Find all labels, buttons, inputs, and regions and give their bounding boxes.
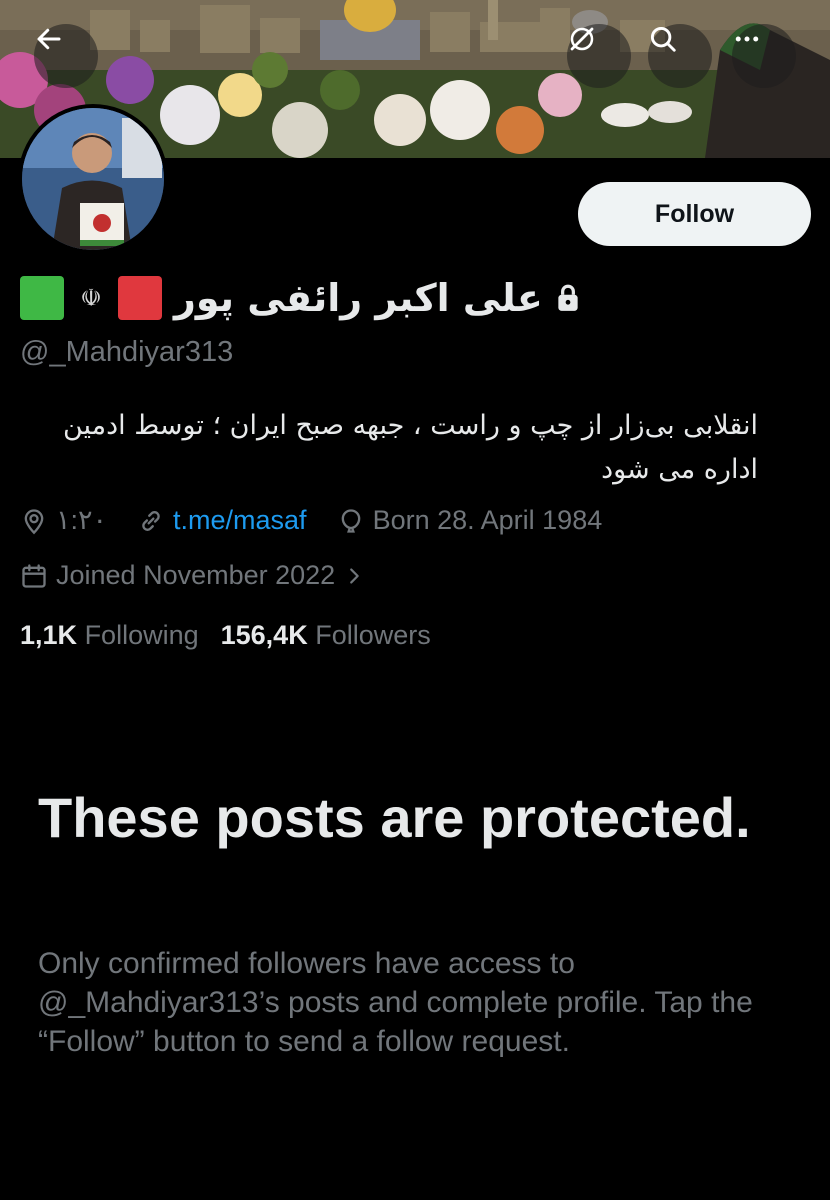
following-count: 1,1K [20,620,78,650]
following-stat[interactable]: 1,1K Following [20,620,199,651]
birthday-item: Born 28. April 1984 [337,505,603,536]
protected-message: Only confirmed followers have access to … [38,947,753,1058]
followers-stat[interactable]: 156,4K Followers [221,620,431,651]
joined-text: Joined November 2022 [56,560,336,590]
display-name: علی اکبر رائفی پور [174,276,543,320]
more-button[interactable] [732,24,796,88]
profile-bio: انقلابی بی‌زار از چپ و راست ، جبهه صبح ا… [62,410,758,485]
back-button[interactable] [34,24,98,88]
location-item: ۱:۲۰ [20,505,107,536]
red-square-emoji [118,276,162,320]
lock-icon [558,284,578,311]
profile-meta-row: ۱:۲۰ t.me/masaf Born 28. April 1984 [20,505,632,536]
avatar-image [22,108,164,250]
follow-stats: 1,1K Following 156,4K Followers [20,620,431,651]
search-icon [650,26,676,52]
iran-emblem-emoji: ☫ [80,284,102,312]
followers-count: 156,4K [220,620,308,650]
grok-button[interactable] [567,24,631,88]
follow-button[interactable]: Follow [578,182,811,246]
avatar[interactable] [18,104,168,254]
location-pin-icon [24,508,44,534]
protected-title: These posts are protected. [38,786,751,849]
joined-item[interactable]: Joined November 2022 [20,560,365,591]
balloon-icon [341,508,360,533]
joined-row[interactable]: Joined November 2022 [20,560,395,591]
more-horizontal-icon [735,36,759,42]
green-square-emoji [20,276,64,320]
name-row: ☫ علی اکبر رائفی پور [20,273,581,323]
link-item[interactable]: t.me/masaf [137,505,307,536]
search-button[interactable] [648,24,712,88]
chevron-right-icon [350,567,359,584]
followers-label: Followers [315,620,431,650]
location-text: ۱:۲۰ [56,505,108,535]
profile-handle: @_Mahdiyar313 [20,336,234,368]
birthday-text: Born 28. April 1984 [372,505,603,535]
calendar-icon [22,563,46,588]
following-label: Following [84,620,199,650]
link-icon [142,510,160,531]
profile-link[interactable]: t.me/masaf [173,505,307,536]
arrow-left-icon [37,28,61,50]
grok-slash-icon [570,27,594,51]
